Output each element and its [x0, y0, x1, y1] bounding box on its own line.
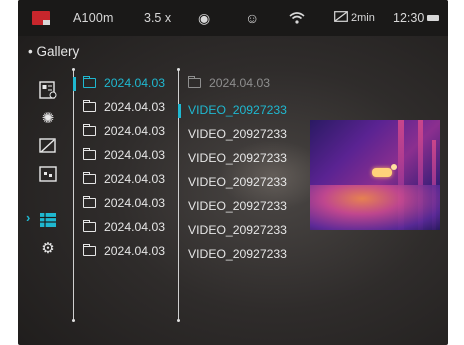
- file-item[interactable]: VIDEO_20927233: [188, 103, 287, 117]
- folder-icon: [83, 220, 96, 232]
- picture-in-picture-icon[interactable]: [38, 164, 58, 184]
- folder-item[interactable]: 2024.04.03: [83, 196, 165, 210]
- file-item[interactable]: VIDEO_20927233: [188, 199, 287, 213]
- folder-item[interactable]: 2024.04.03: [83, 76, 165, 90]
- folder-icon: [83, 244, 96, 256]
- file-selection-bar: [178, 104, 181, 118]
- brightness-icon[interactable]: ✺: [38, 108, 58, 128]
- zoom-readout: 3.5 x: [144, 11, 172, 25]
- page-title: • Gallery: [28, 44, 79, 59]
- folder-icon: [83, 196, 96, 208]
- file-item[interactable]: VIDEO_20927233: [188, 247, 287, 261]
- folder-item[interactable]: 2024.04.03: [83, 148, 165, 162]
- divider-left: [72, 68, 75, 322]
- folder-icon: [83, 76, 96, 88]
- folder-selection-bar: [73, 77, 76, 91]
- calibration-icon[interactable]: [38, 136, 58, 156]
- folder-icon: [83, 100, 96, 112]
- battery-icon: [427, 15, 440, 21]
- folder-icon: [83, 124, 96, 136]
- folder-icon: [83, 172, 96, 184]
- folder-item[interactable]: 2024.04.03: [83, 172, 165, 186]
- image-settings-icon[interactable]: [38, 80, 58, 100]
- low-power-icon: [334, 11, 348, 25]
- folder-item[interactable]: 2024.04.03: [83, 244, 165, 258]
- thermal-preview-thumbnail: [310, 120, 440, 230]
- range-readout: A100m: [73, 11, 114, 25]
- file-item[interactable]: VIDEO_20927233: [188, 223, 287, 237]
- clock: 12:30: [393, 0, 440, 36]
- settings-gear-icon[interactable]: ⚙: [38, 238, 58, 258]
- face-detect-icon: ☺: [245, 10, 260, 26]
- status-bar: A100m 3.5 x ◉ ☺ 2min 12:30: [18, 0, 448, 36]
- low-power-indicator: 2min: [334, 0, 375, 36]
- title-text: Gallery: [36, 44, 80, 59]
- files-header: 2024.04.03: [188, 76, 270, 90]
- file-item[interactable]: VIDEO_20927233: [188, 175, 287, 189]
- folder-item[interactable]: 2024.04.03: [83, 220, 165, 234]
- folder-item[interactable]: 2024.04.03: [83, 100, 165, 114]
- ground-shape: [310, 185, 440, 230]
- file-item[interactable]: VIDEO_20927233: [188, 151, 287, 165]
- folder-item[interactable]: 2024.04.03: [83, 124, 165, 138]
- gallery-grid-icon[interactable]: [38, 210, 58, 230]
- time-label: 12:30: [393, 11, 425, 25]
- title-bullet: •: [28, 44, 33, 59]
- file-item[interactable]: VIDEO_20927233: [188, 127, 287, 141]
- animal-heat-signature: [372, 164, 397, 177]
- low-power-label: 2min: [351, 12, 375, 24]
- wifi-icon: [289, 0, 305, 36]
- selected-indicator: ›: [26, 210, 31, 225]
- folder-icon: [83, 148, 96, 160]
- device-screen: A100m 3.5 x ◉ ☺ 2min 12:30 • Gallery ✺ ⚙…: [18, 0, 448, 345]
- folder-icon: [188, 76, 201, 88]
- eye-icon: ◉: [198, 9, 211, 26]
- record-icon: [32, 11, 50, 25]
